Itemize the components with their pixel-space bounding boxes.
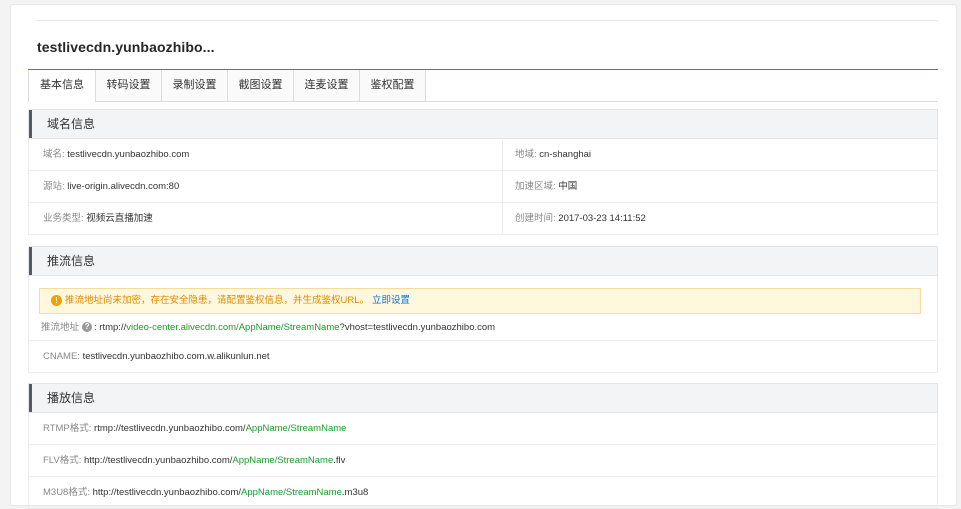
push-address-scheme: : rtmp://	[94, 322, 127, 333]
domain-value: testlivecdn.yunbaozhibo.com	[67, 149, 190, 160]
tab-recording[interactable]: 录制设置	[161, 70, 227, 101]
m3u8-label: M3U8格式:	[43, 487, 90, 498]
m3u8-suffix: .m3u8	[341, 487, 369, 498]
flv-label: FLV格式:	[43, 455, 82, 466]
top-divider	[37, 20, 938, 21]
auth-warning-banner: ! 推流地址尚未加密，存在安全隐患，请配置鉴权信息，并生成鉴权URL。 立即设置	[39, 288, 921, 314]
push-address: 推流地址?: rtmp://video-center.alivecdn.com/…	[41, 320, 495, 336]
created-time-label: 创建时间:	[515, 213, 556, 224]
m3u8-prefix: http://testlivecdn.yunbaozhibo.com/	[92, 487, 242, 498]
tab-auth-config[interactable]: 鉴权配置	[359, 70, 426, 101]
rtmp-path: AppName/StreamName	[245, 423, 347, 434]
biztype-row: 业务类型: 视频云直播加速 创建时间: 2017-03-23 14:11:52	[28, 203, 938, 235]
push-info-header: 推流信息	[28, 246, 938, 276]
cname-row: CNAME: testlivecdn.yunbaozhibo.com.w.ali…	[28, 341, 938, 373]
origin-value: live-origin.alivecdn.com:80	[67, 181, 180, 192]
warning-text: 推流地址尚未加密，存在安全隐患，请配置鉴权信息，并生成鉴权URL。	[65, 295, 370, 306]
section-marker	[29, 110, 32, 138]
section-title: 推流信息	[47, 254, 96, 268]
push-address-query: ?vhost=testlivecdn.yunbaozhibo.com	[339, 322, 496, 333]
tab-basic-info[interactable]: 基本信息	[28, 70, 95, 102]
domain-detail-panel: testlivecdn.yunbaozhibo... 基本信息 转码设置 录制设…	[10, 4, 957, 509]
tab-transcode[interactable]: 转码设置	[95, 70, 161, 101]
tab-bar: 基本信息 转码设置 录制设置 截图设置 连麦设置 鉴权配置	[28, 69, 938, 102]
rtmp-row: RTMP格式: rtmp://testlivecdn.yunbaozhibo.c…	[28, 413, 938, 445]
push-address-label: 推流地址	[41, 322, 80, 333]
domain-row: 域名: testlivecdn.yunbaozhibo.com 地域: cn-s…	[28, 139, 938, 171]
column-divider	[502, 171, 503, 202]
tab-mic-link[interactable]: 连麦设置	[293, 70, 359, 101]
biztype-value: 视频云直播加速	[86, 213, 153, 224]
accel-region-label: 加速区域:	[515, 181, 556, 192]
cname-value: testlivecdn.yunbaozhibo.com.w.alikunlun.…	[82, 351, 270, 362]
push-address-host: video-center.alivecdn.com/AppName/Stream…	[126, 322, 340, 333]
flv-suffix: .flv	[333, 455, 346, 466]
rtmp-prefix: rtmp://testlivecdn.yunbaozhibo.com/	[94, 423, 246, 434]
region-value: cn-shanghai	[539, 149, 592, 160]
cname-label: CNAME:	[43, 351, 80, 362]
flv-path: AppName/StreamName	[232, 455, 334, 466]
flv-prefix: http://testlivecdn.yunbaozhibo.com/	[84, 455, 233, 466]
column-divider	[502, 139, 503, 170]
section-title: 播放信息	[47, 391, 96, 405]
region-label: 地域:	[515, 149, 537, 160]
origin-row: 源站: live-origin.alivecdn.com:80 加速区域: 中国	[28, 171, 938, 203]
m3u8-path: AppName/StreamName	[241, 487, 342, 498]
m3u8-row: M3U8格式: http://testlivecdn.yunbaozhibo.c…	[28, 477, 938, 509]
flv-row: FLV格式: http://testlivecdn.yunbaozhibo.co…	[28, 445, 938, 477]
domain-label: 域名:	[43, 149, 65, 160]
rtmp-label: RTMP格式:	[43, 423, 92, 434]
tab-snapshot[interactable]: 截图设置	[227, 70, 293, 101]
biztype-label: 业务类型:	[43, 213, 84, 224]
play-info-header: 播放信息	[28, 383, 938, 413]
origin-label: 源站:	[43, 181, 65, 192]
accel-region-value: 中国	[558, 181, 578, 192]
created-time-value: 2017-03-23 14:11:52	[558, 213, 646, 224]
section-marker	[29, 384, 32, 412]
configure-now-link[interactable]: 立即设置	[372, 295, 410, 306]
section-marker	[29, 247, 32, 275]
exclamation-circle-icon: !	[51, 295, 62, 306]
page-title: testlivecdn.yunbaozhibo...	[37, 39, 215, 55]
column-divider	[502, 203, 503, 234]
question-circle-icon[interactable]: ?	[82, 321, 93, 332]
domain-info-header: 域名信息	[28, 109, 938, 139]
section-title: 域名信息	[47, 117, 96, 131]
